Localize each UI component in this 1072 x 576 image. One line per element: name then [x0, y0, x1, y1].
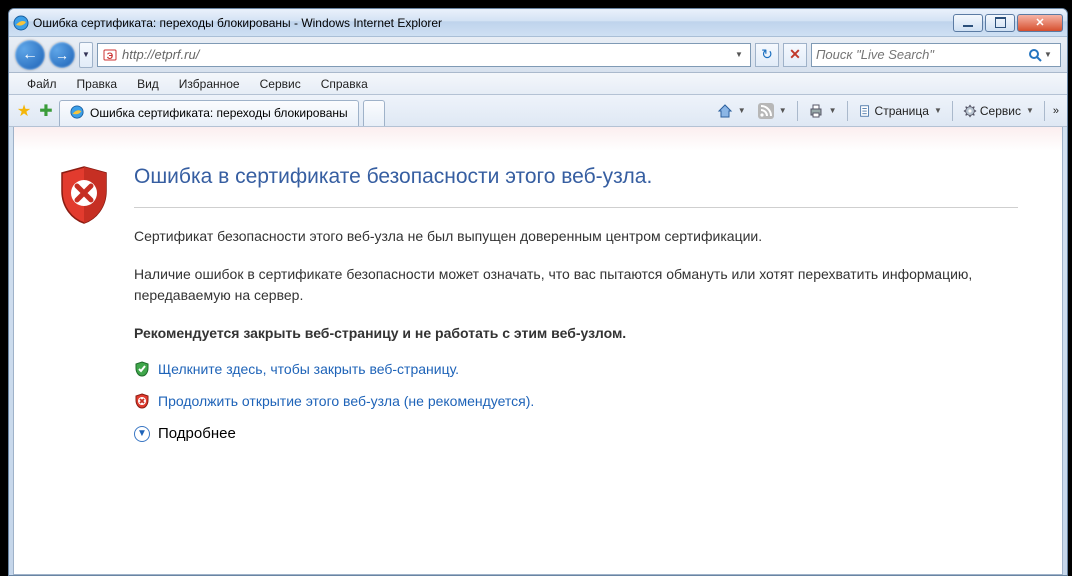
command-bar: ★ ✚ Ошибка сертификата: переходы блокиро…	[9, 95, 1067, 127]
error-heading: Ошибка в сертификате безопасности этого …	[134, 165, 1018, 207]
maximize-button[interactable]	[985, 14, 1015, 32]
search-go-button[interactable]	[1026, 46, 1044, 64]
search-input[interactable]	[816, 47, 1026, 62]
forward-button[interactable]: →	[49, 42, 75, 68]
search-provider-dropdown[interactable]: ▼	[1044, 50, 1056, 59]
menu-bar: Файл Правка Вид Избранное Сервис Справка	[9, 73, 1067, 95]
window-title: Ошибка сертификата: переходы блокированы…	[33, 16, 951, 30]
new-tab-button[interactable]	[363, 100, 385, 126]
more-info-link[interactable]: Подробнее	[158, 425, 236, 442]
chevron-down-icon: ▼	[777, 106, 787, 115]
shield-ok-icon	[134, 361, 150, 377]
recent-pages-dropdown[interactable]: ▼	[79, 42, 93, 68]
error-recommendation: Рекомендуется закрыть веб-страницу и не …	[134, 323, 1018, 343]
expand-details-button[interactable]: ▼	[134, 426, 150, 442]
favorites-center-button[interactable]: ★	[15, 102, 33, 120]
tools-menu[interactable]: Сервис ▼	[959, 99, 1038, 123]
url-input[interactable]	[122, 47, 728, 62]
tools-menu-label: Сервис	[980, 104, 1021, 118]
page-menu[interactable]: Страница ▼	[854, 99, 946, 123]
error-message-2: Наличие ошибок в сертификате безопасност…	[134, 264, 1018, 305]
svg-text:Э: Э	[107, 51, 114, 61]
navigation-bar: ← → ▼ Э ▼ ↻ ✕ ▼	[9, 37, 1067, 73]
menu-edit[interactable]: Правка	[67, 74, 128, 94]
home-button[interactable]: ▼	[713, 99, 750, 123]
chevron-down-icon: ▼	[736, 106, 746, 115]
continue-link[interactable]: Продолжить открытие этого веб-узла (не р…	[158, 393, 534, 409]
divider	[134, 207, 1018, 208]
titlebar[interactable]: Ошибка сертификата: переходы блокированы…	[9, 9, 1067, 37]
shield-warn-icon	[134, 393, 150, 409]
menu-tools[interactable]: Сервис	[250, 74, 311, 94]
tab-active[interactable]: Ошибка сертификата: переходы блокированы	[59, 100, 359, 126]
toolbar-overflow[interactable]: »	[1051, 99, 1061, 123]
address-dropdown[interactable]: ▼	[732, 50, 746, 59]
minimize-button[interactable]	[953, 14, 983, 32]
page-menu-label: Страница	[875, 104, 929, 118]
page-viewport: Ошибка в сертификате безопасности этого …	[13, 127, 1063, 575]
feeds-button[interactable]: ▼	[754, 99, 791, 123]
chevron-down-icon: ▼	[827, 106, 837, 115]
window: Ошибка сертификата: переходы блокированы…	[8, 8, 1068, 576]
error-gradient	[14, 127, 1062, 151]
menu-view[interactable]: Вид	[127, 74, 169, 94]
site-icon: Э	[102, 47, 118, 63]
chevron-down-icon: ▼	[1024, 106, 1034, 115]
error-message-1: Сертификат безопасности этого веб-узла н…	[134, 226, 1018, 246]
back-button[interactable]: ←	[15, 40, 45, 70]
chevron-down-icon: ▼	[932, 106, 942, 115]
ie-icon	[70, 105, 84, 122]
menu-help[interactable]: Справка	[311, 74, 378, 94]
close-page-link[interactable]: Щелкните здесь, чтобы закрыть веб-страни…	[158, 361, 459, 377]
stop-button[interactable]: ✕	[783, 43, 807, 67]
close-button[interactable]	[1017, 14, 1063, 32]
ie-icon	[13, 15, 29, 31]
shield-error-icon	[58, 165, 110, 442]
refresh-button[interactable]: ↻	[755, 43, 779, 67]
tab-title: Ошибка сертификата: переходы блокированы	[90, 106, 348, 120]
search-bar[interactable]: ▼	[811, 43, 1061, 67]
menu-file[interactable]: Файл	[17, 74, 67, 94]
add-favorite-button[interactable]: ✚	[37, 102, 55, 120]
print-button[interactable]: ▼	[804, 99, 841, 123]
menu-favorites[interactable]: Избранное	[169, 74, 250, 94]
address-bar[interactable]: Э ▼	[97, 43, 751, 67]
